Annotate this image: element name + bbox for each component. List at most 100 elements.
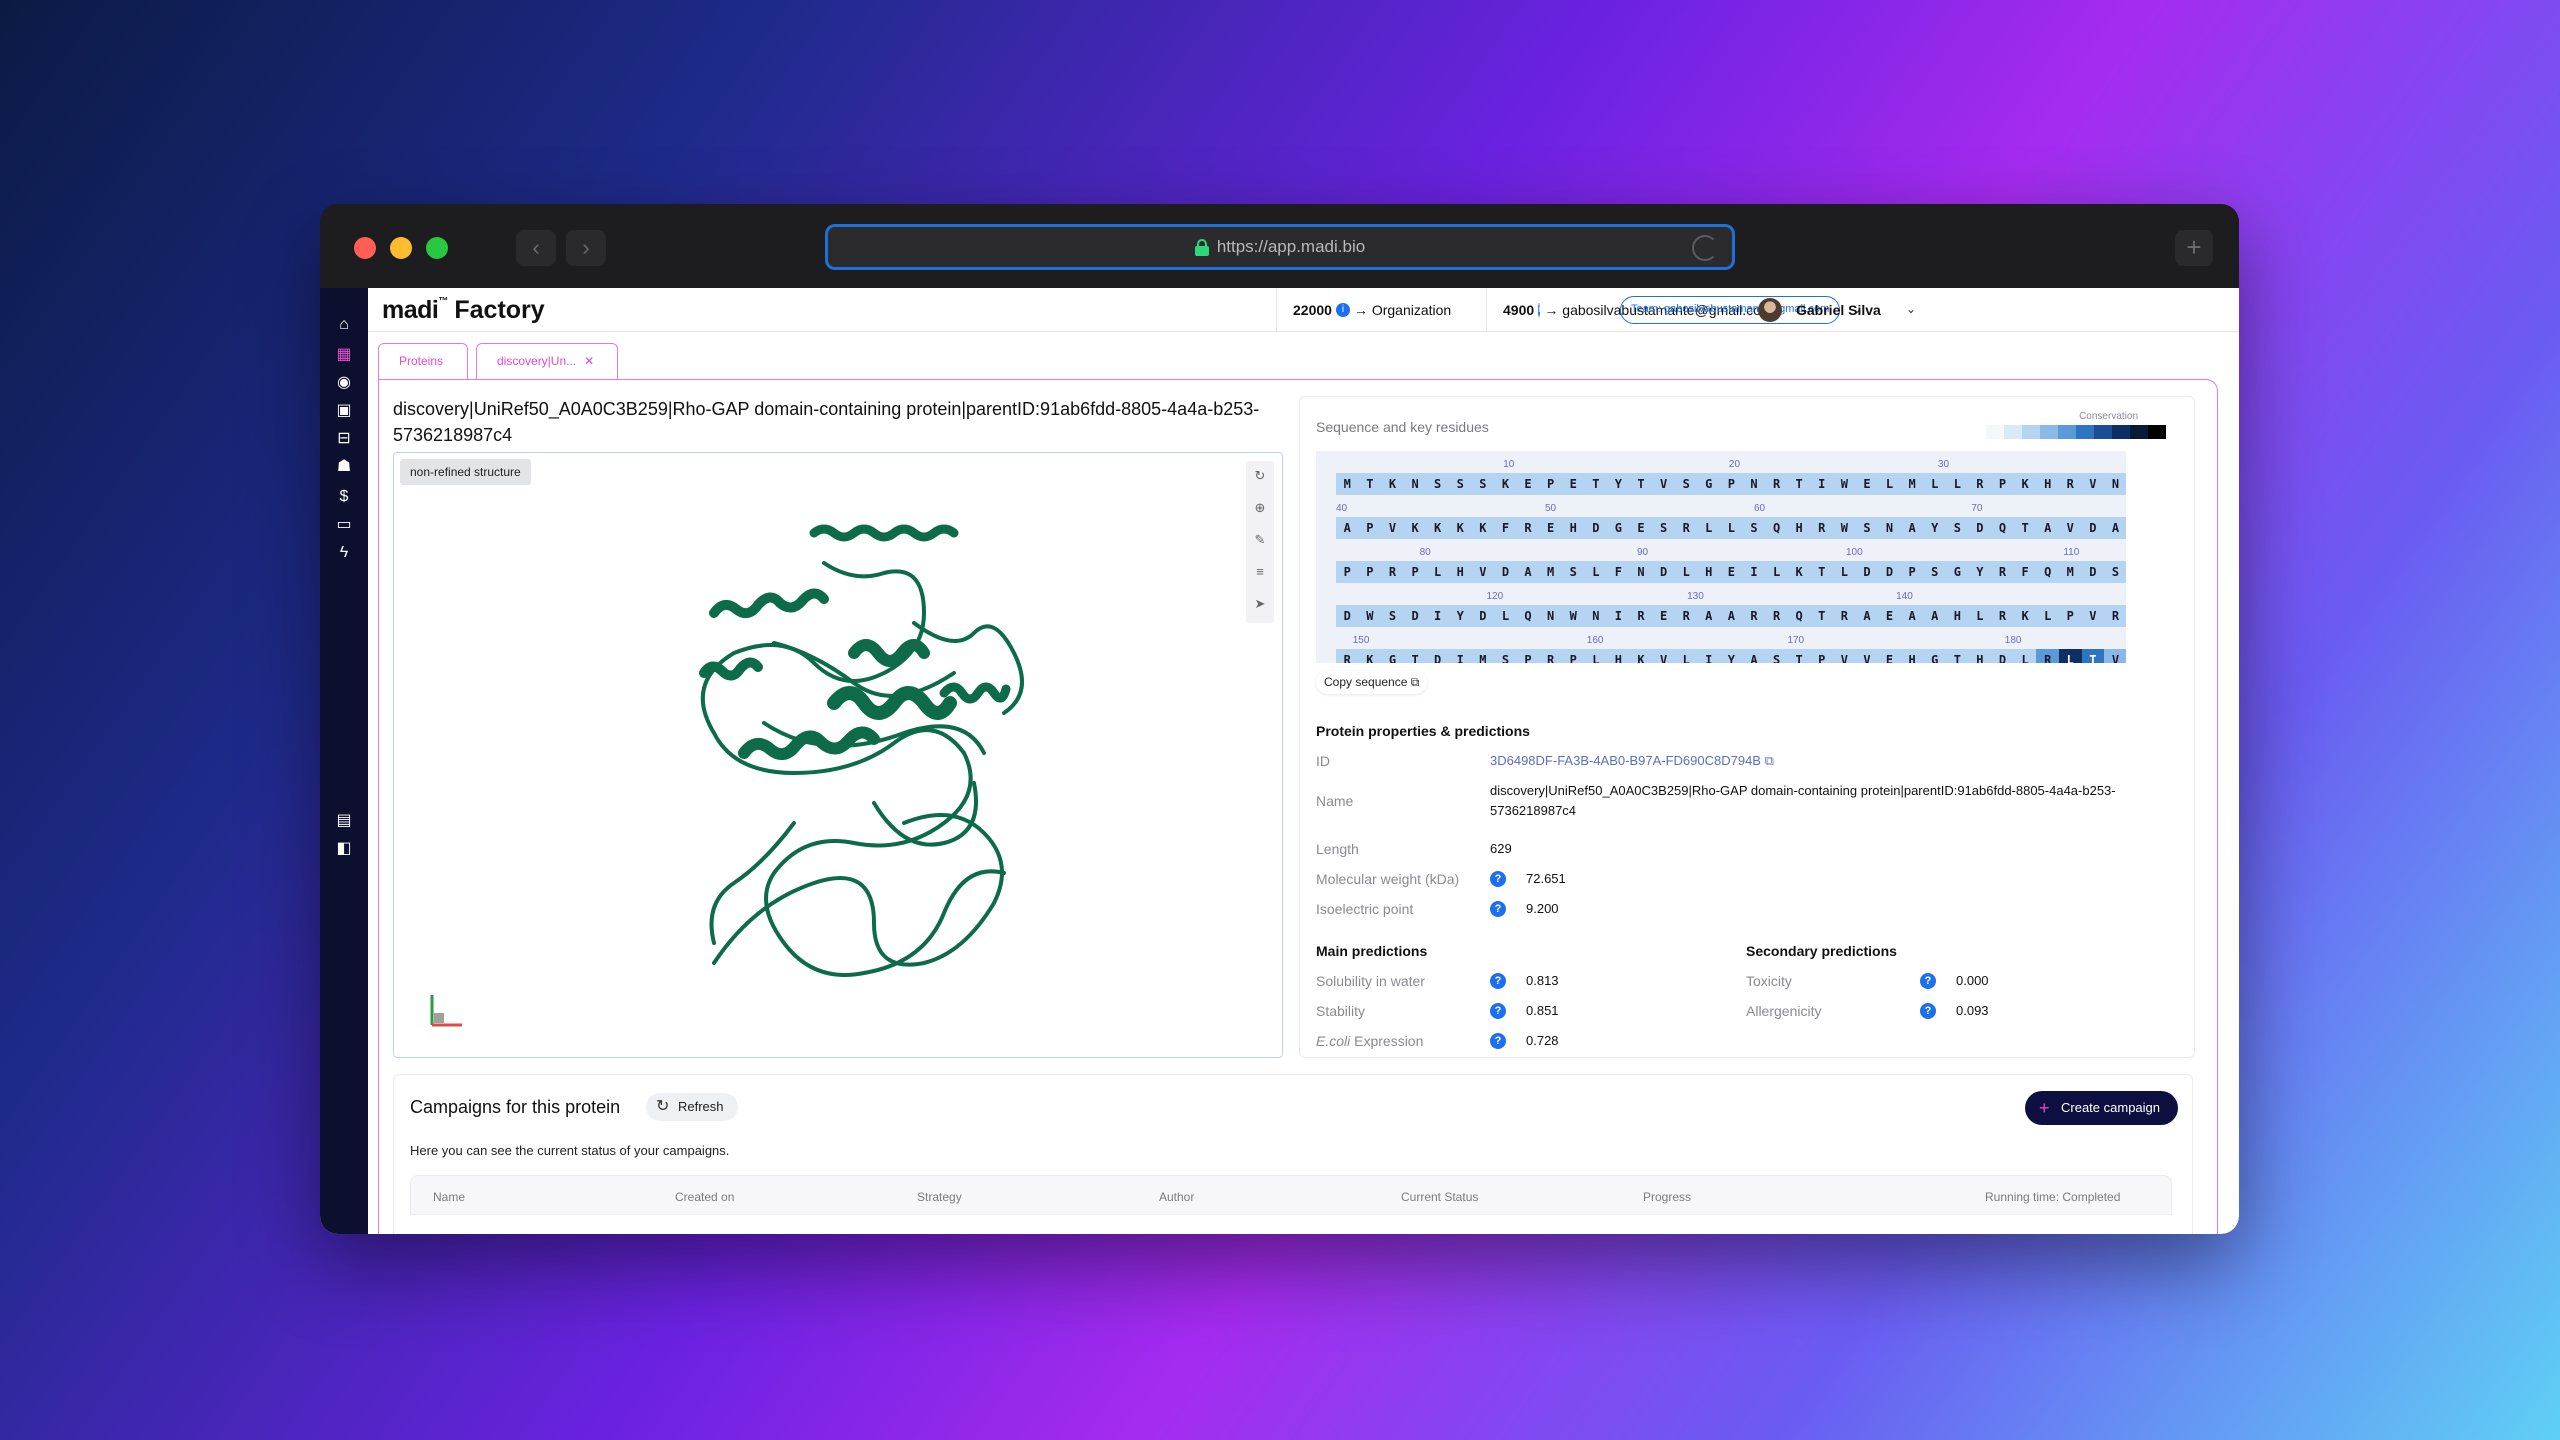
residue[interactable]: A <box>1516 561 1540 583</box>
residue[interactable]: R <box>1991 561 2014 583</box>
billing-icon[interactable]: $ <box>333 486 355 508</box>
residue[interactable]: H <box>1697 561 1721 583</box>
card-icon[interactable]: ▭ <box>333 514 355 536</box>
residue[interactable]: H <box>2036 473 2059 495</box>
residue[interactable]: V <box>2081 605 2105 627</box>
residue[interactable]: D <box>1991 649 2014 663</box>
residue[interactable]: A <box>2036 517 2059 539</box>
residue[interactable]: R <box>1381 561 1404 583</box>
residue[interactable]: H <box>1561 517 1585 539</box>
residue[interactable]: W <box>1833 517 1856 539</box>
residue[interactable]: L <box>1674 649 1698 663</box>
residue[interactable]: S <box>1674 473 1698 495</box>
residue[interactable]: V <box>2059 517 2082 539</box>
residue[interactable]: P <box>2059 605 2082 627</box>
residue[interactable]: S <box>1765 649 1788 663</box>
residue[interactable]: V <box>1381 517 1404 539</box>
residue[interactable]: L <box>1923 473 1947 495</box>
residue[interactable]: K <box>1629 649 1653 663</box>
residue[interactable]: R <box>1833 605 1856 627</box>
residue[interactable]: P <box>1358 517 1382 539</box>
residue[interactable]: T <box>1810 561 1834 583</box>
residue[interactable]: D <box>1584 517 1608 539</box>
residue[interactable]: L <box>1584 649 1608 663</box>
residue[interactable]: Y <box>1968 561 1992 583</box>
residue[interactable]: L <box>1426 561 1449 583</box>
residue[interactable]: E <box>1855 473 1879 495</box>
residue[interactable]: D <box>1336 605 1359 627</box>
residue[interactable]: T <box>1358 473 1382 495</box>
residue[interactable]: V <box>2104 649 2126 663</box>
residue[interactable]: R <box>1810 517 1834 539</box>
url-bar[interactable]: https://app.madi.bio <box>825 224 1735 270</box>
residue[interactable]: S <box>1923 561 1947 583</box>
residue[interactable]: M <box>1336 473 1359 495</box>
residue[interactable]: Q <box>1991 517 2014 539</box>
residue[interactable]: V <box>1652 473 1675 495</box>
residue[interactable]: N <box>1584 605 1608 627</box>
residue[interactable]: T <box>1629 473 1653 495</box>
residue[interactable]: M <box>1900 473 1924 495</box>
residue[interactable]: Y <box>1720 649 1743 663</box>
residue[interactable]: W <box>1833 473 1856 495</box>
residue[interactable]: S <box>1946 517 1969 539</box>
residue[interactable]: K <box>1381 473 1404 495</box>
column-progress[interactable]: Progress <box>1643 1190 1691 1204</box>
residue[interactable]: H <box>1787 517 1811 539</box>
residue[interactable]: A <box>1900 605 1924 627</box>
residue[interactable]: T <box>1584 473 1608 495</box>
residue[interactable]: L <box>1878 473 1901 495</box>
create-campaign-button[interactable]: + Create campaign <box>2025 1091 2178 1125</box>
residue[interactable]: V <box>1855 649 1879 663</box>
user-name[interactable]: Gabriel Silva <box>1796 302 1881 318</box>
residue[interactable]: V <box>2081 473 2105 495</box>
robot-icon[interactable]: ⊟ <box>333 428 355 450</box>
residue[interactable]: A <box>1336 517 1359 539</box>
residue[interactable]: N <box>1539 605 1562 627</box>
focus-icon[interactable]: ⊕ <box>1246 497 1274 519</box>
residue[interactable]: V <box>1652 649 1675 663</box>
residue[interactable]: R <box>1991 605 2014 627</box>
residue[interactable]: R <box>1742 605 1766 627</box>
discovery-icon[interactable]: ◉ <box>333 372 355 394</box>
residue[interactable]: L <box>1833 561 1856 583</box>
residue[interactable]: L <box>1946 473 1969 495</box>
residue[interactable]: S <box>1652 517 1675 539</box>
residue[interactable]: L <box>1697 517 1721 539</box>
residue[interactable]: R <box>1516 517 1540 539</box>
residue[interactable]: G <box>1607 517 1630 539</box>
column-running-time[interactable]: Running time: Completed <box>1985 1190 2120 1204</box>
residue[interactable]: F <box>1607 561 1630 583</box>
help-icon[interactable]: ? <box>1920 973 1936 989</box>
residue[interactable]: I <box>1697 649 1721 663</box>
maximize-window-button[interactable] <box>426 237 448 259</box>
residue[interactable]: T <box>1810 605 1834 627</box>
pointer-icon[interactable]: ➤ <box>1246 593 1274 615</box>
residue[interactable]: R <box>1765 605 1788 627</box>
residue[interactable]: D <box>1403 605 1427 627</box>
info-icon[interactable]: i <box>1335 303 1350 317</box>
residue[interactable]: T <box>1787 473 1811 495</box>
residue[interactable]: K <box>1494 473 1517 495</box>
residue[interactable]: K <box>1787 561 1811 583</box>
residue[interactable]: S <box>1494 649 1517 663</box>
home-icon[interactable]: ⌂ <box>333 314 355 336</box>
residue[interactable]: D <box>1426 649 1449 663</box>
residue[interactable]: H <box>1946 605 1969 627</box>
bolt-icon[interactable]: ϟ <box>333 542 355 564</box>
residue[interactable]: V <box>1833 649 1856 663</box>
back-button[interactable]: ‹ <box>516 230 556 266</box>
residue[interactable]: G <box>1381 649 1404 663</box>
residue[interactable]: K <box>1448 517 1472 539</box>
reset-icon[interactable]: ↻ <box>1246 465 1274 487</box>
residue[interactable]: D <box>1855 561 1879 583</box>
minimize-window-button[interactable] <box>390 237 412 259</box>
team-icon[interactable]: ☗ <box>333 456 355 478</box>
residue[interactable]: K <box>1403 517 1427 539</box>
close-icon[interactable]: ✕ <box>584 354 594 368</box>
residue[interactable]: M <box>1539 561 1562 583</box>
residue[interactable]: P <box>1810 649 1834 663</box>
column-author[interactable]: Author <box>1159 1190 1194 1204</box>
residue[interactable]: W <box>1561 605 1585 627</box>
residue[interactable]: T <box>1403 649 1427 663</box>
